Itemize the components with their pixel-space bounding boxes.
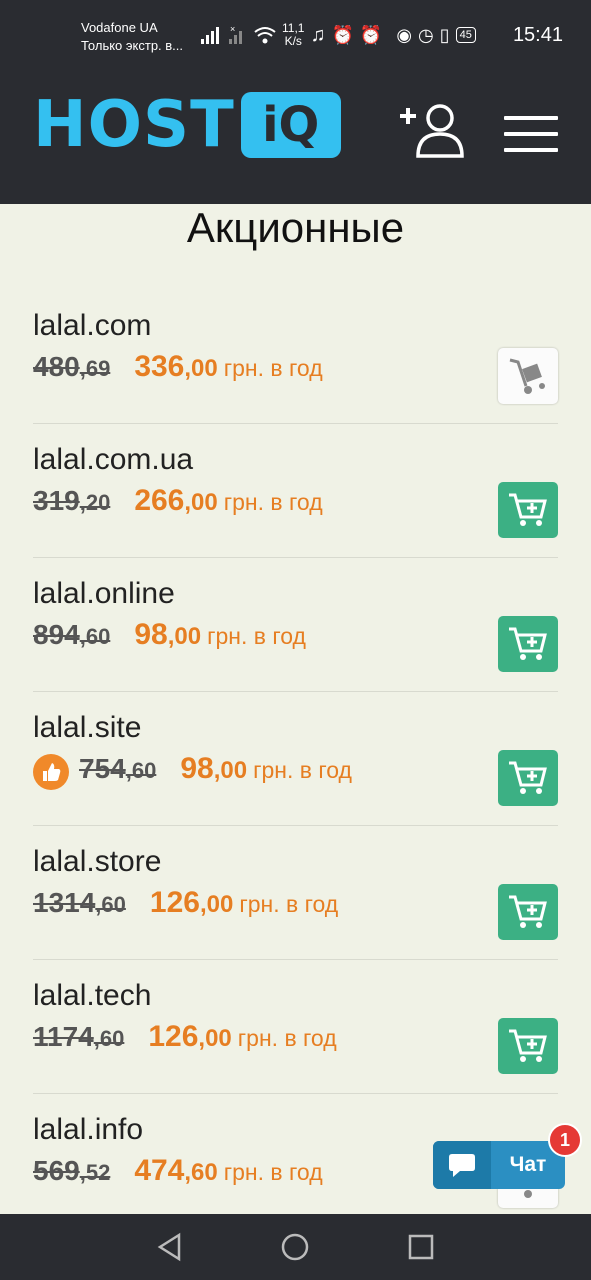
- cart-plus-icon: [509, 761, 547, 794]
- domain-row: lalal.tech 1174,60 126,00 грн. в год: [33, 960, 558, 1094]
- carrier-info: Vodafone UA Только экстр. в...: [81, 19, 183, 55]
- old-price: 754,60: [79, 753, 157, 784]
- chat-button[interactable]: Чат: [433, 1141, 565, 1189]
- domain-row: lalal.online 894,60 98,00 грн. в год: [33, 558, 558, 692]
- thumbs-up-icon: [33, 754, 69, 790]
- old-price: 319,20: [33, 485, 111, 516]
- price-unit: грн. в год: [223, 1159, 323, 1185]
- chat-label: Чат: [509, 1153, 547, 1176]
- chat-bubble-icon: [433, 1141, 491, 1189]
- new-price: 474,60: [134, 1154, 218, 1187]
- price-unit: грн. в год: [253, 757, 352, 783]
- price-group: 480,69 336,00 грн. в год: [33, 350, 323, 390]
- domain-row: lalal.site 754,60 98,00 грн. в год: [33, 692, 558, 826]
- battery-icon: 45: [455, 27, 476, 43]
- svg-text:×: ×: [230, 25, 235, 34]
- chat-unread-badge: 1: [548, 1123, 582, 1157]
- add-user-icon[interactable]: [398, 102, 466, 158]
- domain-list: lalal.com 480,69 336,00 грн. в год lalal…: [33, 290, 558, 1214]
- domain-name[interactable]: lalal.com.ua: [33, 442, 193, 478]
- domain-name[interactable]: lalal.com: [33, 308, 151, 344]
- price-unit: грн. в год: [207, 623, 306, 649]
- clock-time: 15:41: [512, 24, 563, 46]
- add-to-cart-button[interactable]: [498, 1018, 558, 1074]
- old-price: 1314,60: [33, 887, 126, 918]
- network-speed-unit: K/s: [284, 34, 302, 48]
- carrier-name: Vodafone UA: [81, 20, 158, 35]
- vibrate-icon: ▯: [439, 24, 450, 45]
- cart-plus-icon: [509, 1029, 547, 1062]
- section-title: Акционные: [186, 204, 405, 251]
- old-price: 569,52: [33, 1155, 111, 1186]
- new-price: 266,00: [134, 484, 218, 517]
- price-unit: грн. в год: [223, 355, 323, 381]
- price-unit: грн. в год: [239, 891, 339, 917]
- cart-dolly-icon: [509, 358, 545, 394]
- wifi-icon: [254, 27, 276, 44]
- site-header: HOST iQ: [0, 60, 591, 204]
- recents-icon[interactable]: [406, 1232, 436, 1262]
- promo-section: Акционные lalal.com 480,69 336,00 грн. в…: [0, 204, 591, 1214]
- domain-name[interactable]: lalal.site: [33, 710, 141, 746]
- domain-name[interactable]: lalal.tech: [33, 978, 151, 1014]
- signal-icon: [201, 27, 219, 44]
- alarm-icon-2: ⏰: [359, 24, 383, 45]
- domain-row: lalal.com.ua 319,20 266,00 грн. в год: [33, 424, 558, 558]
- price-unit: грн. в год: [237, 1025, 337, 1051]
- price-unit: грн. в год: [223, 489, 323, 515]
- music-icon: ♫: [310, 23, 326, 46]
- signal-no-service-icon: ×: [229, 25, 242, 44]
- price-group: 319,20 266,00 грн. в год: [33, 484, 323, 524]
- new-price: 98,00: [134, 618, 202, 651]
- logo-host-text: HOST: [33, 88, 235, 162]
- back-icon[interactable]: [155, 1232, 185, 1262]
- price-group: 1314,60 126,00 грн. в год: [33, 886, 338, 926]
- new-price: 336,00: [134, 350, 218, 383]
- add-to-cart-button[interactable]: [498, 884, 558, 940]
- new-price: 98,00: [180, 752, 248, 785]
- domain-row: lalal.store 1314,60 126,00 грн. в год: [33, 826, 558, 960]
- status-icons: × 11,1 K/s ♫ ⏰ ⏰ ◉ ◷ ▯ 45: [200, 20, 476, 50]
- price-group: 894,60 98,00 грн. в год: [33, 618, 306, 658]
- hamburger-menu-button[interactable]: [504, 116, 558, 152]
- domain-row: lalal.com 480,69 336,00 грн. в год: [33, 290, 558, 424]
- old-price: 894,60: [33, 619, 111, 650]
- hostiq-logo[interactable]: HOST iQ: [33, 91, 341, 159]
- add-to-cart-button[interactable]: [498, 482, 558, 538]
- network-speed: 11,1 K/s: [282, 22, 304, 48]
- domain-name[interactable]: lalal.store: [33, 844, 161, 880]
- add-to-cart-button[interactable]: [498, 616, 558, 672]
- clock-icon: ◷: [418, 24, 434, 45]
- cart-plus-icon: [509, 627, 547, 660]
- status-bar: Vodafone UA Только экстр. в... × 11,1 K/…: [0, 0, 591, 60]
- price-group: 754,60 98,00 грн. в год: [33, 752, 352, 792]
- domain-name[interactable]: lalal.info: [33, 1112, 143, 1148]
- add-to-cart-button[interactable]: [498, 750, 558, 806]
- cart-plus-icon: [509, 493, 547, 526]
- domain-name[interactable]: lalal.online: [33, 576, 175, 612]
- alarm-icon: ⏰: [331, 24, 354, 45]
- carrier-subtitle: Только экстр. в...: [81, 38, 184, 53]
- new-price: 126,00: [148, 1020, 232, 1053]
- price-group: 1174,60 126,00 грн. в год: [33, 1020, 337, 1060]
- logo-iq-badge: iQ: [240, 92, 341, 158]
- new-price: 126,00: [149, 886, 234, 919]
- system-nav-bar: [0, 1214, 591, 1280]
- price-group: 569,52 474,60 грн. в год: [33, 1154, 323, 1194]
- old-price: 1174,60: [33, 1021, 125, 1052]
- home-icon[interactable]: [280, 1232, 310, 1262]
- cart-button-disabled[interactable]: [498, 348, 558, 404]
- old-price: 480,69: [33, 351, 111, 382]
- cart-plus-icon: [509, 895, 547, 928]
- eye-icon: ◉: [396, 24, 413, 45]
